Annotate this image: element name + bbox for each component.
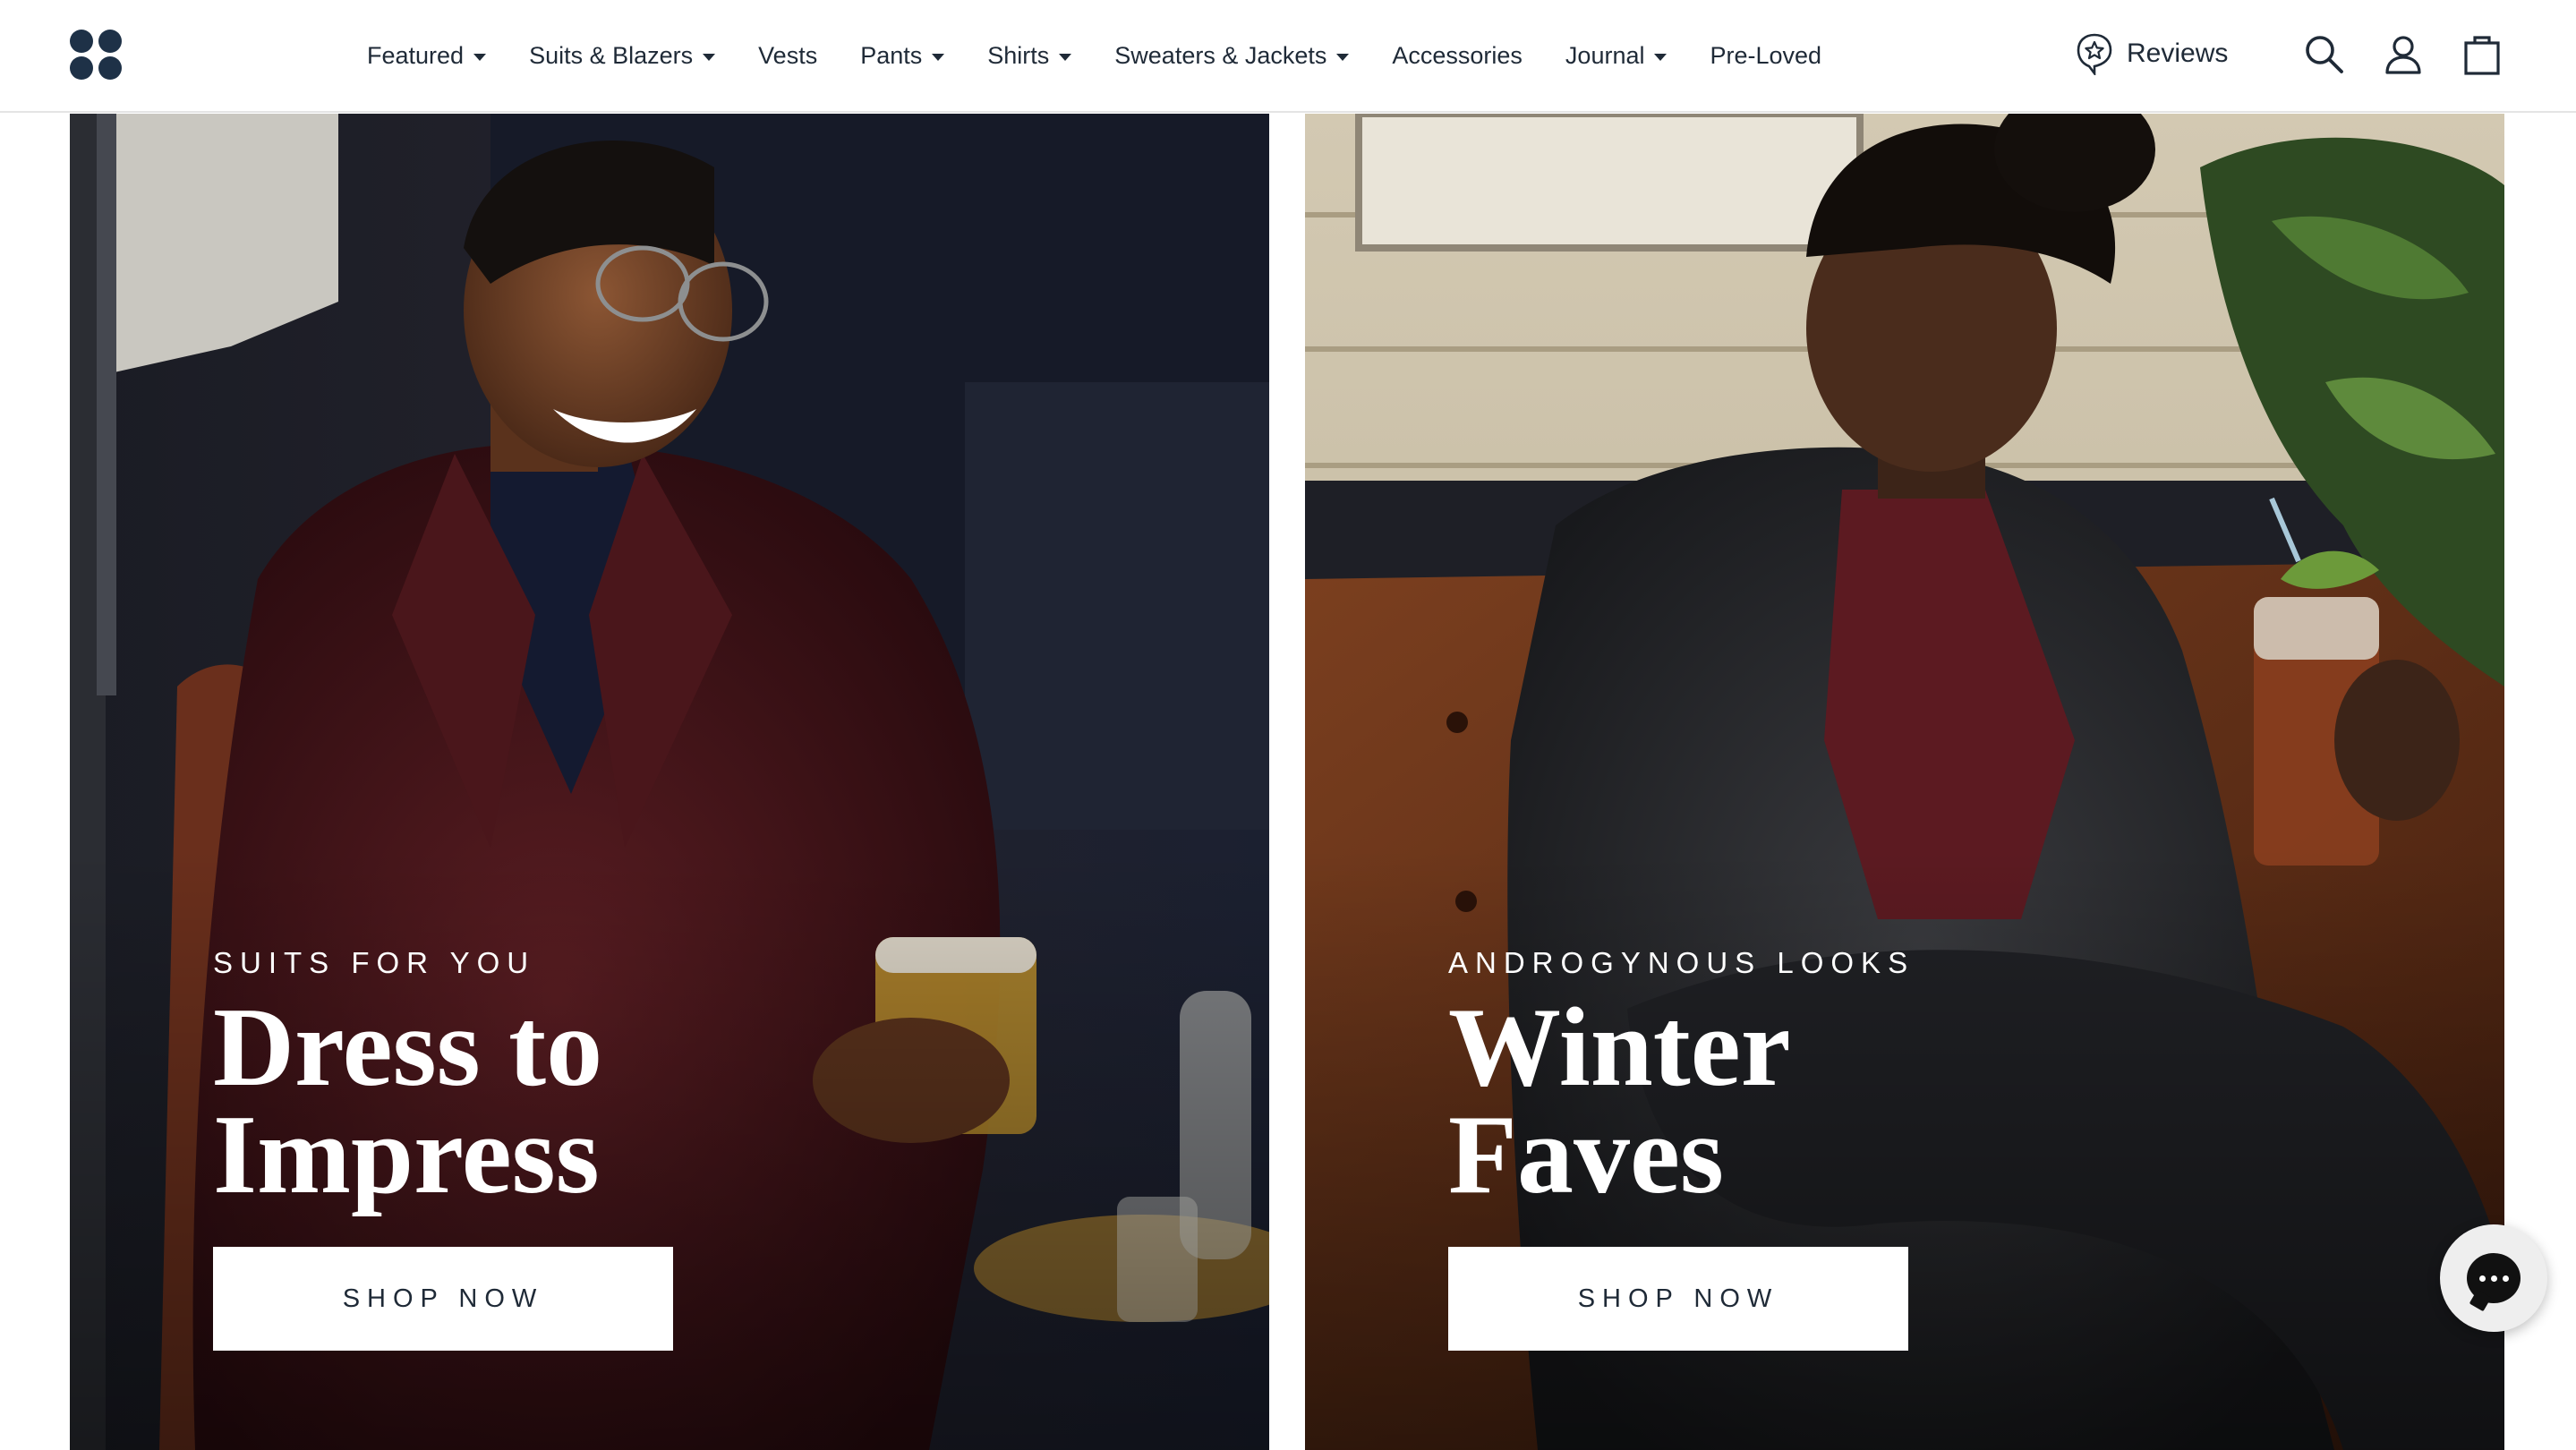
caret-down-icon (473, 53, 487, 61)
promo-headline-line: Winter (1448, 985, 1791, 1110)
promo-headline-line: Faves (1448, 1093, 1724, 1217)
nav-item-label: Journal (1565, 41, 1645, 69)
nav-item-label: Sweaters & Jackets (1114, 41, 1327, 69)
nav-item-sweaters-jackets[interactable]: Sweaters & Jackets (1114, 41, 1350, 70)
brand-logo[interactable] (70, 30, 124, 80)
promo-headline-line: Dress to (213, 985, 603, 1110)
nav-item-journal[interactable]: Journal (1565, 42, 1668, 70)
promo-eyebrow: SUITS FOR YOU (213, 946, 536, 979)
cart-button[interactable] (2460, 32, 2504, 77)
logo-dot (98, 56, 122, 80)
account-button[interactable] (2381, 32, 2426, 77)
nav-item-suits-blazers[interactable]: Suits & Blazers (529, 41, 716, 70)
nav-item-pants[interactable]: Pants (860, 41, 945, 70)
shop-now-button[interactable]: SHOP NOW (213, 1247, 673, 1351)
caret-down-icon (703, 53, 716, 61)
nav-item-label: Shirts (987, 41, 1050, 69)
nav-item-label: Pre-Loved (1710, 41, 1822, 69)
nav-item-label: Featured (367, 41, 465, 69)
site-header: Featured Suits & Blazers Vests Pants Shi… (0, 0, 2576, 113)
caret-down-icon (932, 53, 945, 61)
nav-item-accessories[interactable]: Accessories (1392, 42, 1523, 70)
main-nav: Featured Suits & Blazers Vests Pants Shi… (367, 0, 1864, 111)
promo-eyebrow: ANDROGYNOUS LOOKS (1448, 946, 1915, 979)
nav-item-pre-loved[interactable]: Pre-Loved (1710, 42, 1821, 70)
account-icon (2385, 36, 2421, 74)
nav-item-featured[interactable]: Featured (367, 41, 487, 70)
logo-dot (70, 30, 93, 53)
promo-headline: Dress to Impress (213, 992, 1019, 1212)
nav-item-label: Suits & Blazers (529, 41, 694, 69)
shop-now-button[interactable]: SHOP NOW (1448, 1247, 1908, 1351)
chat-dot (2502, 1275, 2509, 1282)
caret-down-icon (1059, 53, 1072, 61)
nav-item-label: Pants (860, 41, 923, 69)
search-icon (2306, 36, 2343, 73)
nav-item-vests[interactable]: Vests (758, 42, 817, 70)
chat-dot (2490, 1275, 2497, 1282)
search-button[interactable] (2302, 32, 2347, 77)
chat-dot (2478, 1275, 2486, 1282)
cart-bag-icon (2464, 36, 2500, 75)
caret-down-icon (1654, 53, 1668, 61)
promo-copy-winter: ANDROGYNOUS LOOKS Winter Faves SHOP NOW (1448, 946, 2254, 1351)
promo-headline-line: Impress (213, 1093, 600, 1217)
reviews-link[interactable]: Reviews (2075, 32, 2228, 75)
chat-bubble-icon (2467, 1253, 2521, 1303)
nav-item-label: Vests (758, 41, 818, 69)
logo-dot (70, 56, 93, 80)
reviews-badge-icon (2077, 33, 2112, 75)
promo-panel-suits[interactable]: SUITS FOR YOU Dress to Impress SHOP NOW (70, 114, 1269, 1450)
nav-item-label: Accessories (1392, 41, 1523, 69)
nav-item-shirts[interactable]: Shirts (987, 41, 1072, 70)
promo-copy-suits: SUITS FOR YOU Dress to Impress SHOP NOW (213, 946, 1019, 1351)
logo-dot (98, 30, 122, 53)
promo-headline: Winter Faves (1448, 992, 2254, 1212)
caret-down-icon (1336, 53, 1350, 61)
reviews-label: Reviews (2127, 38, 2229, 68)
chat-launcher[interactable] (2440, 1224, 2547, 1332)
promo-panel-winter[interactable]: ANDROGYNOUS LOOKS Winter Faves SHOP NOW (1305, 114, 2504, 1450)
